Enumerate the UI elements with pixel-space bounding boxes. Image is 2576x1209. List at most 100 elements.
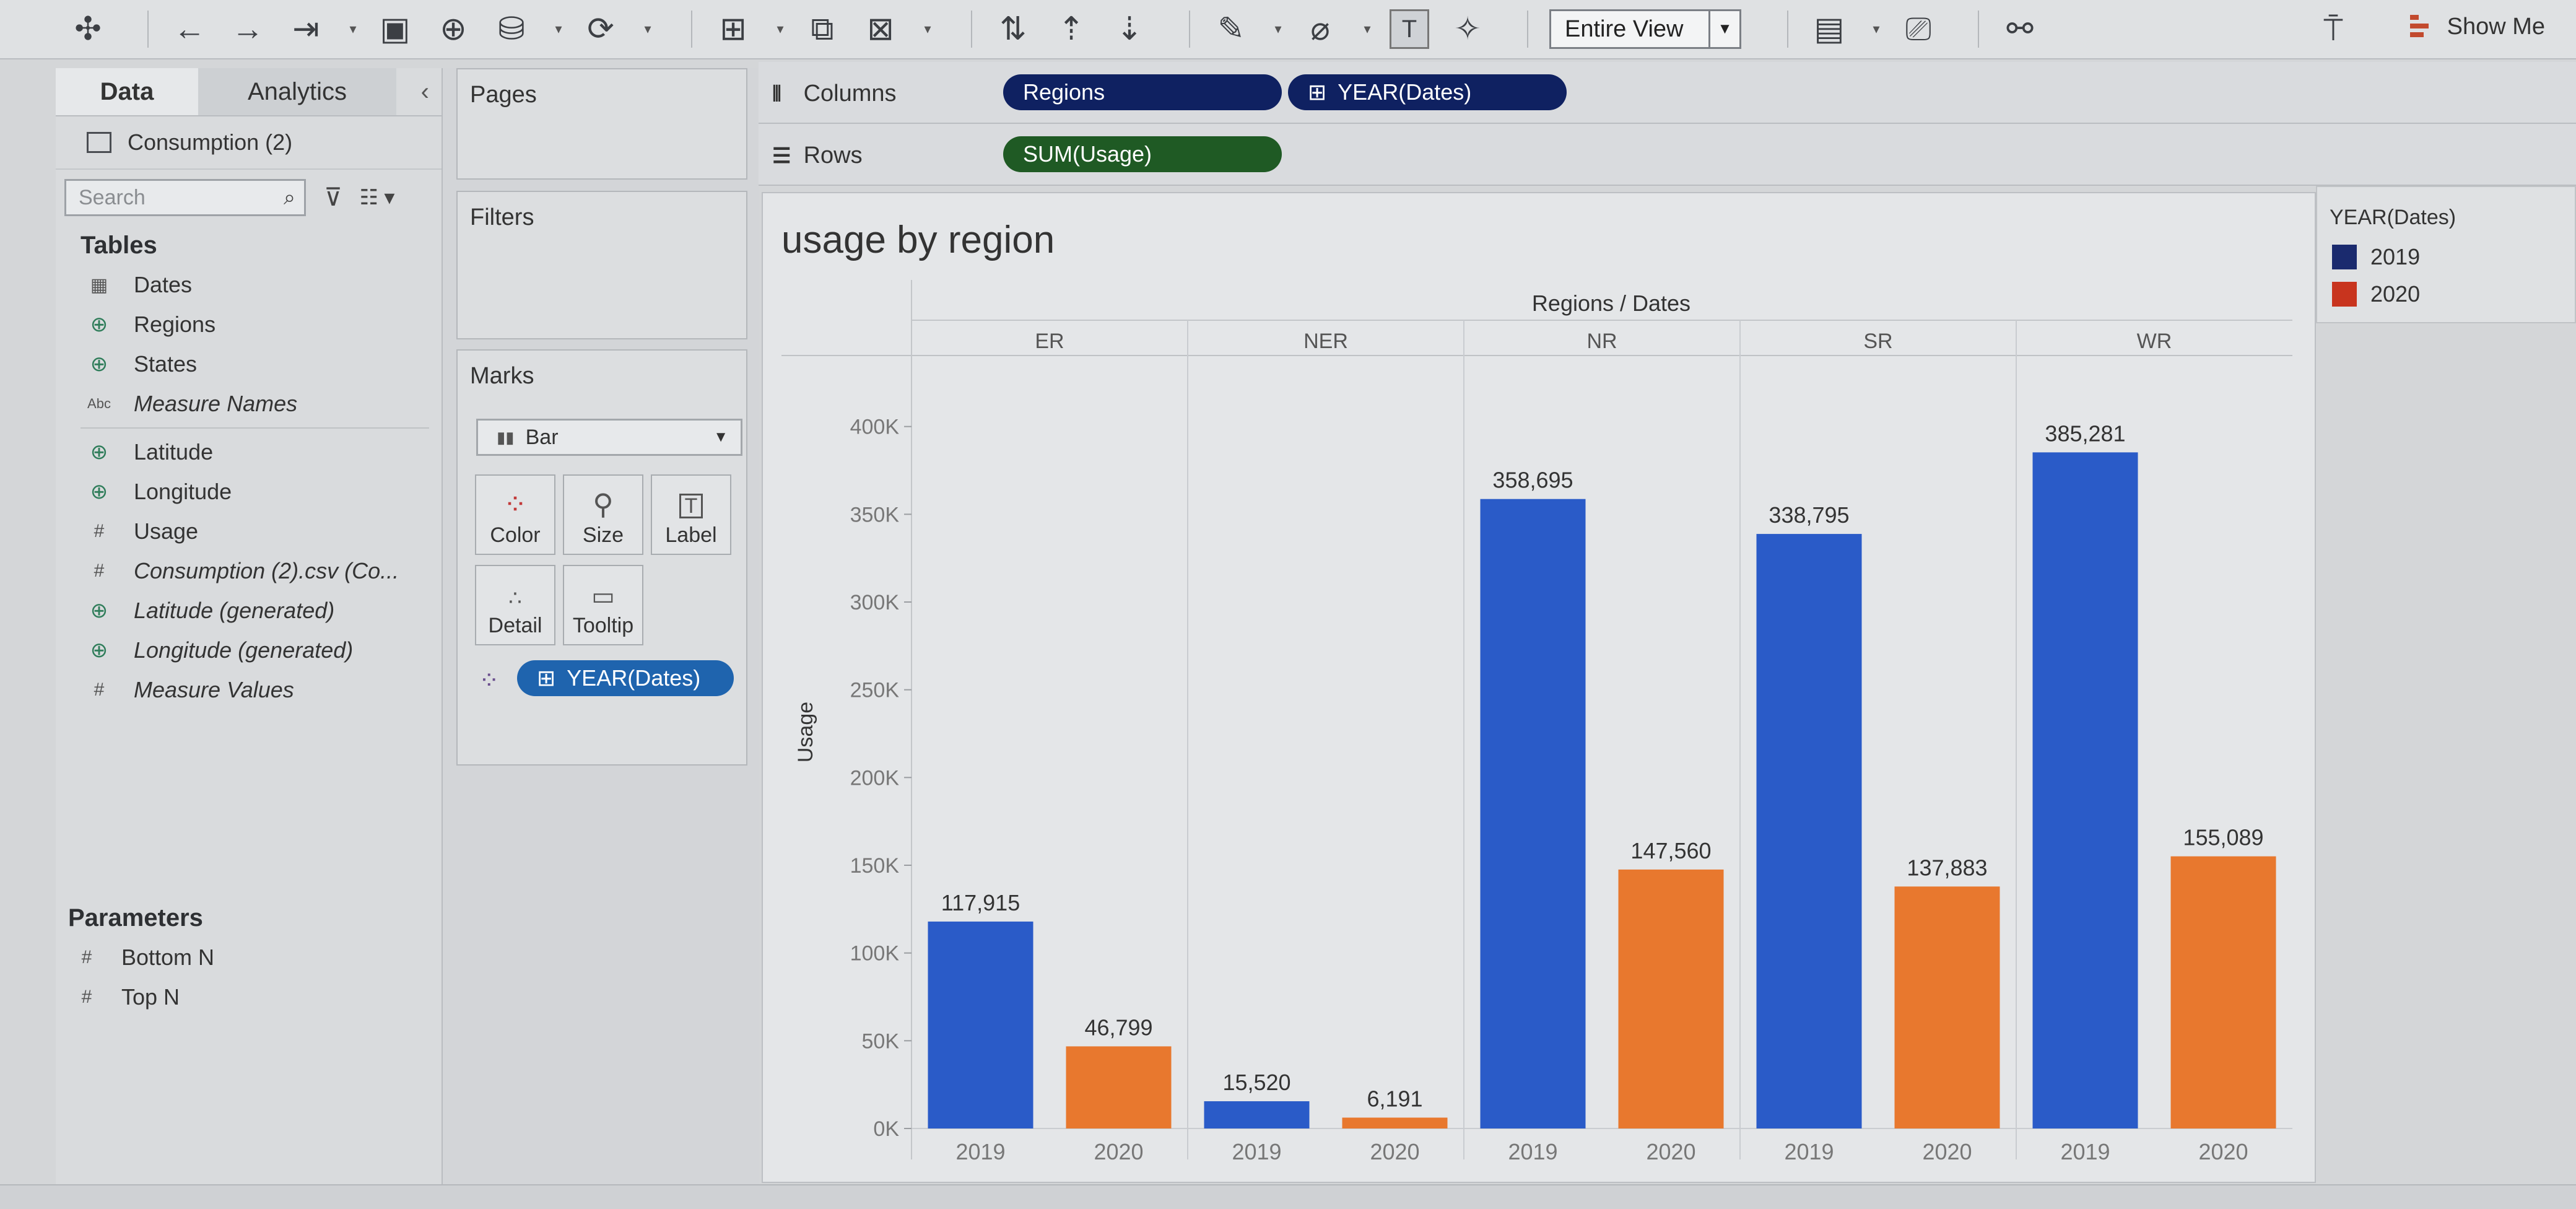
highlight-icon[interactable]: ✎ [1211, 9, 1251, 49]
chevron-down-icon[interactable]: ▾ [772, 9, 789, 49]
field-separator [80, 427, 429, 429]
refresh-icon[interactable]: ⟳ [581, 9, 620, 49]
share-icon[interactable]: ⚯ [2000, 9, 2040, 49]
toolbar-separator [1189, 11, 1190, 48]
field-item[interactable]: ⊕ Latitude (generated) [56, 591, 442, 631]
legend-item-2020[interactable]: 2020 [2317, 276, 2575, 313]
y-tick-label: 400K [850, 416, 900, 439]
sort-descending-icon[interactable]: ⇣ [1110, 9, 1149, 49]
plus-box-icon: ⊞ [537, 665, 556, 691]
filter-icon[interactable]: ⊽ [318, 183, 348, 212]
chevron-down-icon[interactable]: ▾ [1269, 9, 1287, 49]
view-options-icon[interactable]: ☷ ▾ [355, 183, 399, 212]
show-mark-labels-icon[interactable]: T [1390, 9, 1429, 49]
show-hide-cards-icon[interactable]: ▤ [1809, 9, 1849, 49]
legend-item-2019[interactable]: 2019 [2317, 238, 2575, 276]
save-icon[interactable]: ▣ [375, 9, 415, 49]
chevron-down-icon[interactable]: ▾ [344, 9, 362, 49]
label-icon: T [679, 494, 703, 518]
chevron-down-icon[interactable]: ▾ [1359, 9, 1376, 49]
pages-card-title: Pages [470, 82, 537, 108]
y-tick-label: 250K [850, 679, 900, 702]
field-item[interactable]: ⊕ States [56, 344, 442, 384]
bar-value-label: 15,520 [1222, 1070, 1290, 1095]
search-input[interactable]: Search ⌕ [64, 179, 306, 216]
tab-analytics[interactable]: Analytics [198, 68, 396, 115]
field-item[interactable]: ⊕ Longitude (generated) [56, 631, 442, 670]
tooltip-button[interactable]: ▭ Tooltip [563, 565, 643, 645]
x-tick-label: 2020 [1370, 1139, 1419, 1164]
chevron-down-icon[interactable]: ▾ [639, 9, 656, 49]
fix-axes-icon[interactable]: ✧ [1448, 9, 1487, 49]
cards-column: Pages Filters Marks ▮▮ Bar ▼ ⁘ Color ⚲ S… [443, 68, 759, 1209]
parameters-header: Parameters [68, 904, 203, 932]
color-pill-label: YEAR(Dates) [567, 665, 701, 691]
filters-card[interactable]: Filters [456, 191, 747, 339]
bar-er-2019 [928, 921, 1033, 1128]
rows-shelf[interactable]: ☰ Rows SUM(Usage) [759, 124, 2576, 186]
back-icon[interactable]: ← [170, 9, 209, 49]
field-item[interactable]: ⊕ Latitude [56, 432, 442, 472]
regions-pill[interactable]: Regions [1003, 74, 1282, 110]
globe-icon: ⊕ [90, 639, 108, 662]
color-pill[interactable]: ⊞ YEAR(Dates) [517, 660, 734, 696]
swap-rows-columns-icon[interactable]: ⇅ [993, 9, 1033, 49]
field-item[interactable]: ⊕ Longitude [56, 472, 442, 512]
mark-type-dropdown[interactable]: ▮▮ Bar ▼ [476, 419, 742, 456]
bar-value-label: 385,281 [2045, 421, 2125, 446]
data-source-item[interactable]: Consumption (2) [56, 116, 442, 170]
parameter-item[interactable]: # Top N [56, 977, 442, 1017]
toolbar-separator [1978, 11, 1979, 48]
chevron-down-icon[interactable]: ▾ [550, 9, 567, 49]
detail-button[interactable]: ∴ Detail [475, 565, 555, 645]
field-item[interactable]: # Consumption (2).csv (Co... [56, 551, 442, 591]
bar-nr-2019 [1480, 499, 1586, 1128]
group-members-icon[interactable]: ⌀ [1300, 9, 1340, 49]
x-tick-label: 2020 [2198, 1139, 2248, 1164]
pane-tabs: Data Analytics ‹ [56, 68, 442, 116]
new-worksheet-icon[interactable]: ⊞ [713, 9, 753, 49]
duplicate-sheet-icon[interactable]: ⧉ [803, 9, 842, 49]
x-tick-label: 2019 [955, 1139, 1005, 1164]
size-button[interactable]: ⚲ Size [563, 474, 643, 555]
forward-icon[interactable]: → [228, 9, 268, 49]
pages-card[interactable]: Pages [456, 68, 747, 180]
bar-chart-icon: ▮▮ [497, 427, 515, 447]
data-source-name: Consumption (2) [128, 129, 293, 155]
columns-shelf[interactable]: ⦀ Columns Regions ⊞ YEAR(Dates) [759, 62, 2576, 124]
collapse-pane-icon[interactable]: ‹ [421, 68, 429, 115]
clear-sheet-icon[interactable]: ⊠ [861, 9, 900, 49]
field-item[interactable]: ⊕ Regions [56, 305, 442, 344]
parameter-item[interactable]: # Bottom N [56, 938, 442, 977]
sort-ascending-icon[interactable]: ⇡ [1051, 9, 1091, 49]
marks-card: Marks ▮▮ Bar ▼ ⁘ Color ⚲ Size T Label ∴ … [456, 349, 747, 766]
bar-value-label: 137,883 [1907, 855, 1987, 880]
bar-ner-2019 [1204, 1101, 1310, 1128]
y-tick-label: 0K [873, 1117, 899, 1141]
field-item[interactable]: # Measure Values [56, 670, 442, 710]
bar-value-label: 117,915 [941, 890, 1020, 915]
tableau-logo-icon[interactable]: ✣ [68, 9, 108, 49]
field-label: Longitude [134, 479, 232, 504]
field-item[interactable]: ▦ Dates [56, 265, 442, 305]
show-me-button[interactable]: Show Me [2409, 12, 2545, 41]
fit-dropdown[interactable]: Entire View ▼ [1549, 9, 1741, 49]
tab-data[interactable]: Data [56, 68, 198, 115]
presentation-mode-icon[interactable]: ⎚ [1899, 9, 1938, 49]
chevron-down-icon[interactable]: ▾ [919, 9, 936, 49]
redo-icon[interactable]: ⇥ [286, 9, 326, 49]
label-button[interactable]: T Label [651, 474, 731, 555]
sum-usage-pill[interactable]: SUM(Usage) [1003, 136, 1282, 172]
year-dates-pill[interactable]: ⊞ YEAR(Dates) [1288, 74, 1567, 110]
field-label: Latitude [134, 439, 214, 465]
field-item[interactable]: Abc Measure Names [56, 384, 442, 424]
new-data-source-icon[interactable]: ⊕ [433, 9, 473, 49]
field-label: States [134, 351, 198, 377]
color-button[interactable]: ⁘ Color [475, 474, 555, 555]
field-item[interactable]: # Usage [56, 512, 442, 551]
filter-toolbar-icon[interactable]: ⍑ [2313, 10, 2353, 50]
year-dates-pill-label: YEAR(Dates) [1338, 79, 1472, 105]
data-source-icon[interactable]: ⛁ [492, 9, 531, 49]
field-list: ▦ Dates ⊕ Regions ⊕ States Abc Measure Names ⊕ La… [56, 265, 442, 710]
chevron-down-icon[interactable]: ▾ [1868, 9, 1885, 49]
